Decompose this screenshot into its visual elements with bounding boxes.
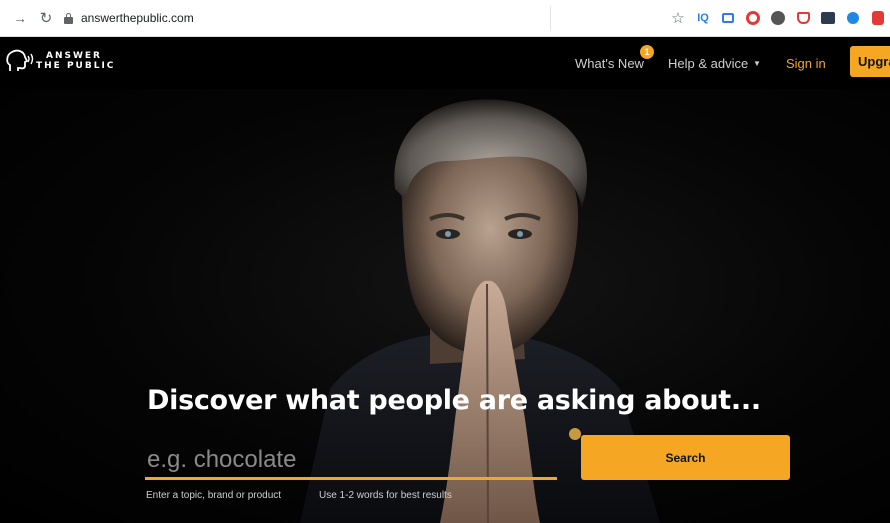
search-input[interactable] [145, 442, 557, 480]
toolbar-divider [550, 6, 551, 30]
iq-extension-icon[interactable]: IQ [695, 10, 711, 26]
browser-toolbar: → ↻ answerthepublic.com ☆ IQ [0, 0, 890, 37]
url-text: answerthepublic.com [81, 11, 194, 25]
hero-section: Discover what people are asking about...… [0, 89, 890, 523]
address-bar[interactable]: answerthepublic.com [62, 6, 550, 30]
forward-icon[interactable]: → [10, 10, 30, 26]
search-hint-topic: Enter a topic, brand or product [146, 490, 282, 501]
box-extension-icon[interactable] [820, 10, 836, 26]
hero-headline: Discover what people are asking about... [147, 385, 761, 416]
search-hint-words: Use 1-2 words for best results [319, 490, 452, 501]
site-header: ANSWER THE PUBLIC What's New 1 Help & ad… [0, 37, 890, 89]
chevron-down-icon[interactable]: ▼ [753, 59, 761, 68]
red-extension-icon[interactable] [870, 10, 886, 26]
extension-bar: ☆ IQ [670, 8, 890, 28]
gear-extension-icon[interactable] [770, 10, 786, 26]
logo-text: ANSWER THE PUBLIC [36, 51, 116, 71]
square-extension-icon[interactable] [720, 10, 736, 26]
whats-new-badge: 1 [640, 45, 654, 59]
lock-icon [64, 12, 73, 24]
reload-icon[interactable]: ↻ [36, 9, 56, 27]
pocket-extension-icon[interactable] [795, 10, 811, 26]
logo[interactable]: ANSWER THE PUBLIC [4, 47, 115, 75]
search-button[interactable]: Search [581, 435, 790, 480]
nav-whats-new[interactable]: What's New [575, 56, 644, 71]
nav-help-advice[interactable]: Help & advice [668, 56, 748, 71]
upgrade-button[interactable]: Upgrade [850, 46, 890, 77]
sign-in-link[interactable]: Sign in [786, 56, 826, 71]
blue-extension-icon[interactable] [845, 10, 861, 26]
logo-head-icon [6, 49, 34, 71]
star-icon[interactable]: ☆ [670, 10, 686, 27]
ring-extension-icon[interactable] [745, 10, 761, 26]
